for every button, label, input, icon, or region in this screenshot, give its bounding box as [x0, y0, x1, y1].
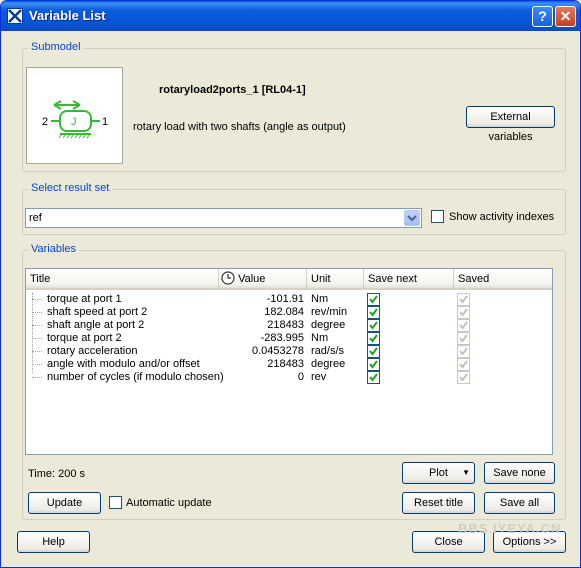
column-value-label: Value — [238, 273, 266, 285]
row-unit: rev/min — [311, 306, 348, 318]
window-title: Variable List — [29, 8, 106, 23]
column-title-label: Title — [30, 273, 51, 285]
saved-checkbox — [457, 358, 470, 371]
save-next-checkbox[interactable] — [367, 293, 380, 306]
update-button[interactable]: Update — [28, 492, 101, 514]
row-title: rotary acceleration — [47, 345, 138, 357]
row-unit: rad/s/s — [311, 345, 345, 357]
table-row[interactable]: shaft angle at port 2 218483 degree — [26, 319, 552, 332]
help-button[interactable]: Help — [17, 531, 90, 553]
row-value: 218483 — [267, 319, 304, 331]
row-title: shaft angle at port 2 — [47, 319, 145, 331]
submodel-group: Submodel J 2 1 rotaryload2ports_1 [RL04-… — [22, 41, 566, 172]
row-title: torque at port 2 — [47, 332, 122, 344]
row-title: number of cycles (if modulo chosen) — [47, 371, 224, 383]
rotary-load-icon: J 2 1 — [42, 100, 108, 139]
watermark: BBS.IYEYA.CN — [458, 521, 562, 536]
submodel-icon-box: J 2 1 — [26, 67, 123, 164]
save-next-checkbox[interactable] — [367, 332, 380, 345]
row-value: -283.995 — [260, 332, 304, 344]
result-set-combo[interactable]: ref — [25, 208, 422, 228]
save-all-button[interactable]: Save all — [484, 492, 555, 514]
variables-group: Variables Title Value Unit Save next Sav… — [22, 243, 566, 520]
row-title: angle with modulo and/or offset — [47, 358, 200, 370]
title-close-button[interactable]: ✕ — [555, 6, 576, 27]
saved-checkbox — [457, 293, 470, 306]
saved-checkbox — [457, 319, 470, 332]
app-icon — [7, 8, 23, 24]
show-activity-checkbox[interactable] — [431, 210, 444, 223]
column-header-unit[interactable]: Unit — [307, 269, 364, 290]
icon-port-left: 2 — [42, 116, 48, 128]
result-set-group-label: Select result set — [28, 182, 113, 194]
title-bar[interactable]: Variable List ? ✕ — [1, 1, 580, 31]
column-header-title[interactable]: Title — [26, 269, 219, 290]
tree-branch — [32, 377, 42, 378]
save-next-checkbox[interactable] — [367, 358, 380, 371]
tree-branch — [32, 351, 42, 352]
row-value: 182.084 — [264, 306, 304, 318]
table-row[interactable]: shaft speed at port 2 182.084 rev/min — [26, 306, 552, 319]
table-row[interactable]: angle with modulo and/or offset 218483 deg… — [26, 358, 552, 371]
external-variables-button[interactable]: External variables — [466, 106, 555, 143]
save-next-checkbox[interactable] — [367, 345, 380, 358]
chevron-down-icon[interactable] — [404, 210, 420, 226]
plot-button-label: Plot — [429, 467, 448, 479]
time-label: Time: 200 s — [28, 468, 86, 480]
variables-group-label: Variables — [28, 243, 80, 255]
automatic-update-checkbox[interactable] — [109, 496, 122, 509]
row-unit: degree — [311, 358, 346, 370]
row-title: torque at port 1 — [47, 293, 122, 305]
show-activity-label: Show activity indexes — [449, 211, 555, 223]
column-header-value[interactable]: Value — [219, 269, 307, 290]
row-unit: degree — [311, 319, 346, 331]
save-next-checkbox[interactable] — [367, 371, 380, 384]
tree-branch — [32, 312, 42, 313]
reset-title-button[interactable]: Reset title — [402, 492, 475, 514]
tree-branch — [32, 325, 42, 326]
submodel-name: rotaryload2ports_1 [RL04-1] — [159, 84, 306, 96]
table-row[interactable]: rotary acceleration 0.0453278 rad/s/s — [26, 345, 552, 358]
variables-list[interactable]: Title Value Unit Save next Saved torque … — [25, 268, 553, 455]
saved-checkbox — [457, 306, 470, 319]
row-unit: rev — [311, 371, 327, 383]
row-unit: Nm — [311, 293, 329, 305]
variable-list-window: Variable List ? ✕ Submodel J 2 1 rotaryl… — [0, 0, 581, 568]
automatic-update-label: Automatic update — [126, 497, 212, 509]
title-help-button[interactable]: ? — [532, 6, 553, 27]
icon-letter: J — [71, 116, 77, 128]
column-header-saved[interactable]: Saved — [454, 269, 552, 290]
row-value: 0 — [297, 371, 304, 383]
submodel-group-label: Submodel — [28, 41, 84, 53]
column-saved-label: Saved — [458, 273, 490, 285]
result-set-group: Select result set ref Show activity inde… — [22, 182, 566, 235]
plot-button[interactable]: Plot ▼ — [402, 462, 475, 484]
saved-checkbox — [457, 371, 470, 384]
saved-checkbox — [457, 332, 470, 345]
icon-port-right: 1 — [102, 116, 108, 128]
tree-branch — [32, 364, 42, 365]
column-save-next-label: Save next — [368, 273, 417, 285]
row-unit: Nm — [311, 332, 329, 344]
save-none-button[interactable]: Save none — [484, 462, 555, 484]
saved-checkbox — [457, 345, 470, 358]
column-header-save-next[interactable]: Save next — [364, 269, 454, 290]
submodel-description: rotary load with two shafts (angle as ou… — [133, 121, 346, 133]
row-title: shaft speed at port 2 — [47, 306, 148, 318]
save-next-checkbox[interactable] — [367, 319, 380, 332]
result-set-value: ref — [29, 212, 42, 224]
table-row[interactable]: number of cycles (if modulo chosen) 0 rev — [26, 371, 552, 384]
table-row[interactable]: torque at port 1 -101.91 Nm — [26, 293, 552, 306]
column-unit-label: Unit — [311, 273, 331, 285]
tree-branch — [32, 338, 42, 339]
table-row[interactable]: torque at port 2 -283.995 Nm — [26, 332, 552, 345]
row-value: 218483 — [267, 358, 304, 370]
clock-icon — [221, 271, 235, 285]
row-value: -101.91 — [266, 293, 304, 305]
tree-branch — [32, 299, 42, 300]
row-value: 0.0453278 — [252, 345, 304, 357]
save-next-checkbox[interactable] — [367, 306, 380, 319]
dropdown-arrow-icon: ▼ — [462, 468, 470, 477]
